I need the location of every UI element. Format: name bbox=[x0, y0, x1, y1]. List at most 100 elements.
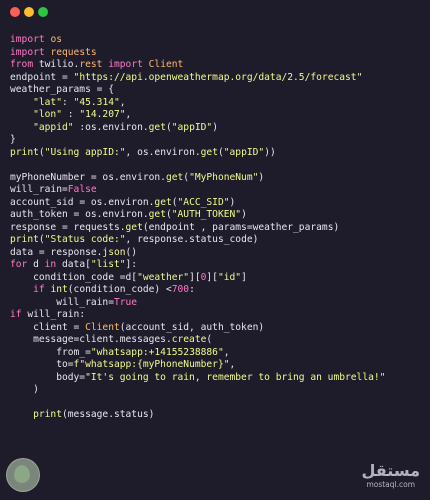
code-token: data[ bbox=[56, 259, 91, 270]
close-button[interactable] bbox=[10, 7, 20, 17]
code-token: = requests. bbox=[56, 221, 126, 233]
code-token: get bbox=[200, 146, 218, 158]
code-token: "45.314" bbox=[73, 96, 120, 108]
code-token: , bbox=[119, 96, 126, 108]
code-token: , response.status_code) bbox=[125, 234, 259, 245]
code-token: will_rain: bbox=[21, 309, 86, 320]
code-line: from_="whatsapp:+14155238886", bbox=[10, 347, 428, 360]
code-token: "AUTH_TOKEN" bbox=[171, 209, 242, 220]
watermark-brand: مستقل bbox=[361, 461, 420, 480]
code-token: import bbox=[10, 46, 45, 58]
code-token: requests bbox=[50, 46, 97, 58]
watermark-logo-left bbox=[6, 458, 40, 492]
code-token: = response. bbox=[33, 246, 103, 258]
code-token: print bbox=[33, 409, 62, 420]
code-line: message=client.messages.create( bbox=[10, 334, 428, 347]
code-token: = bbox=[56, 71, 74, 83]
code-token: 700 bbox=[171, 284, 190, 295]
code-token: , bbox=[125, 109, 132, 120]
code-token: get bbox=[148, 209, 166, 220]
watermark-site: mostaql.com bbox=[366, 480, 416, 489]
code-token: () bbox=[125, 246, 138, 258]
code-window: import os import requests from twilio.rest… bbox=[0, 0, 430, 500]
code-line: print("Using appID:", os.environ.get("ap… bbox=[10, 147, 428, 160]
code-token: get bbox=[125, 221, 143, 233]
code-token: (message.status) bbox=[62, 409, 155, 420]
code-token: account_sid bbox=[10, 196, 74, 208]
code-line: for d in data["list"]: bbox=[10, 259, 428, 272]
code-token: , bbox=[223, 346, 230, 358]
code-editor[interactable]: import os import requests from twilio.rest… bbox=[10, 34, 428, 422]
code-token: from_= bbox=[10, 346, 91, 358]
code-token: "appid" bbox=[33, 121, 74, 133]
code-token: True bbox=[113, 296, 138, 308]
code-token: = { bbox=[90, 84, 114, 95]
code-token: : bbox=[189, 284, 195, 295]
code-token: condition_code =d[ bbox=[10, 271, 138, 283]
code-line: auth_token = os.environ.get("AUTH_TOKEN"… bbox=[10, 209, 428, 222]
code-token: message=client.messages. bbox=[10, 334, 172, 345]
code-line: to=f"whatsapp:{myPhoneNumber}", bbox=[10, 359, 428, 372]
code-token: Client bbox=[148, 59, 184, 70]
code-token: get bbox=[154, 196, 172, 208]
code-token: get bbox=[165, 171, 184, 183]
code-token: , bbox=[229, 359, 236, 370]
code-line: import os bbox=[10, 34, 428, 47]
code-token: if bbox=[33, 284, 45, 295]
code-token: ) bbox=[258, 171, 265, 183]
code-line: "lat": "45.314", bbox=[10, 97, 428, 110]
code-token: "id" bbox=[217, 271, 242, 283]
code-token: : bbox=[62, 96, 74, 108]
code-token: "https://api.openweathermap.org/data/2.5… bbox=[73, 71, 363, 83]
code-token: :os.environ. bbox=[73, 121, 149, 133]
code-token: (condition_code) < bbox=[67, 284, 172, 295]
code-line: condition_code =d["weather"][0]["id"] bbox=[10, 272, 428, 285]
code-token: ) bbox=[241, 209, 247, 220]
code-token: ) bbox=[212, 121, 218, 133]
code-token: client = bbox=[10, 321, 86, 333]
code-token: weather_params bbox=[10, 84, 91, 95]
code-token: will_rain bbox=[10, 184, 62, 195]
code-token: "lat" bbox=[33, 96, 62, 108]
code-token: )) bbox=[264, 146, 276, 158]
code-line: response = requests.get(endpoint , param… bbox=[10, 222, 428, 235]
code-token: myPhoneNumber bbox=[10, 171, 86, 183]
code-token: = os.environ. bbox=[73, 196, 155, 208]
code-token: ][ bbox=[206, 271, 218, 283]
code-line: client = Client(account_sid, auth_token) bbox=[10, 322, 428, 335]
code-line: will_rain=False bbox=[10, 184, 428, 197]
code-token: False bbox=[67, 184, 97, 195]
code-token: from bbox=[10, 59, 34, 70]
title-bar bbox=[0, 0, 430, 24]
code-line: } bbox=[10, 134, 428, 147]
maximize-button[interactable] bbox=[38, 7, 48, 17]
code-token: "appID" bbox=[223, 146, 265, 158]
code-token: int bbox=[50, 284, 68, 295]
code-token: "Status code:" bbox=[44, 234, 126, 245]
code-token: response bbox=[10, 221, 57, 233]
minimize-button[interactable] bbox=[24, 7, 34, 17]
code-token: "list" bbox=[90, 259, 126, 270]
code-token: print bbox=[10, 146, 39, 158]
code-line: if int(condition_code) <700: bbox=[10, 284, 428, 297]
code-token: (account_sid, auth_token) bbox=[119, 321, 265, 333]
leaf-icon bbox=[14, 465, 30, 483]
code-token: print bbox=[10, 234, 39, 245]
code-token: "whatsapp:+14155238886" bbox=[90, 346, 224, 358]
code-token: create bbox=[171, 334, 207, 345]
code-token: for bbox=[10, 259, 28, 270]
code-line: myPhoneNumber = os.environ.get("MyPhoneN… bbox=[10, 172, 428, 185]
code-token: "appID" bbox=[171, 121, 213, 133]
code-token: "ACC_SID" bbox=[177, 196, 230, 208]
code-token: ][ bbox=[189, 271, 201, 283]
code-token: = os.environ. bbox=[67, 209, 149, 220]
code-token: get bbox=[148, 121, 166, 133]
code-token: twilio. bbox=[33, 59, 80, 70]
code-line: "appid" :os.environ.get("appID") bbox=[10, 122, 428, 135]
code-token: body= bbox=[10, 371, 86, 383]
